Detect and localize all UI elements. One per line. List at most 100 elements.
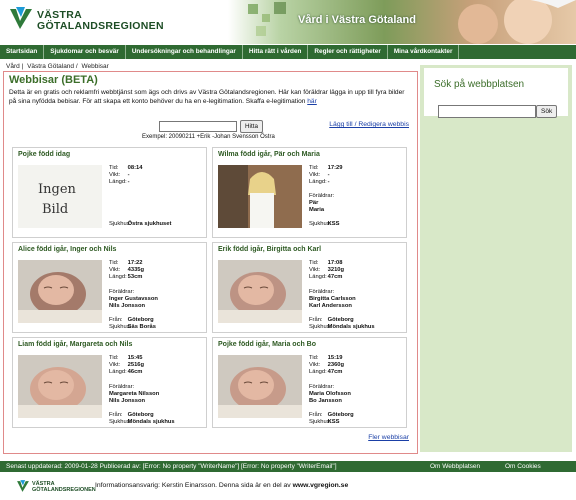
site-search-title: Sök på webbplatsen xyxy=(434,79,525,90)
baby-time: 17:08 xyxy=(327,260,343,266)
breadcrumb-vastra-gotaland[interactable]: Västra Götaland xyxy=(27,63,74,70)
hitta-button[interactable]: Hitta xyxy=(240,120,263,133)
footer-cookies-link[interactable]: Om Cookies xyxy=(505,463,541,470)
baby-card-title[interactable]: Wilma född igår, Pär och Maria xyxy=(218,151,320,158)
baby-hospital: Säs Borås xyxy=(127,324,156,331)
baby-weight: 2360g xyxy=(327,362,345,369)
nav-item-vardkontakter[interactable]: Mina vårdkontakter xyxy=(388,45,460,59)
baby-card-title[interactable]: Erik född igår, Birgitta och Karl xyxy=(218,246,321,253)
main-nav: Startsidan Sjukdomar och besvär Undersök… xyxy=(0,45,576,59)
site-logo[interactable]: VÄSTRA GÖTALANDSREGIONEN xyxy=(8,5,164,32)
baby-photo[interactable] xyxy=(18,260,102,323)
baby-time: 15:45 xyxy=(127,355,143,361)
footer-about-link[interactable]: Om Webbplatsen xyxy=(430,463,480,470)
baby-info: Tid: 15:45 Vikt: 2516g Längd: 46cm Föräldra… xyxy=(109,355,175,426)
baby-card[interactable]: Alice född igår, Inger och Nils Tid: 17:2… xyxy=(12,242,207,333)
vgr-logo-icon xyxy=(10,7,32,29)
baby-hospital: KSS xyxy=(327,220,340,227)
site-search-input[interactable] xyxy=(438,105,536,118)
svg-text:Bild: Bild xyxy=(42,202,68,217)
footer-updated: Senast uppdaterad: 2009-01-28 Publicerad… xyxy=(6,463,337,470)
baby-weight: - xyxy=(327,172,330,179)
site-search-button[interactable]: Sök xyxy=(536,105,558,118)
nav-item-startsidan[interactable]: Startsidan xyxy=(0,45,45,59)
baby-card-title[interactable]: Pojke född igår, Maria och Bo xyxy=(218,341,316,348)
header-hero-image: Vård i Västra Götaland xyxy=(228,0,576,44)
parent-name: Nils Jonsson xyxy=(109,398,146,405)
baby-card-title[interactable]: Pojke född idag xyxy=(18,151,70,158)
page-title: Webbisar (BETA) xyxy=(9,74,98,86)
baby-card-title[interactable]: Liam född igår, Margareta och Nils xyxy=(18,341,132,348)
baby-time: 17:29 xyxy=(327,165,343,171)
baby-weight: - xyxy=(127,172,130,179)
baby-card-title[interactable]: Alice född igår, Inger och Nils xyxy=(18,246,116,253)
parent-name: Maria Olofsson xyxy=(309,390,351,397)
more-babies-link[interactable]: Fler webbisar xyxy=(368,434,409,441)
baby-weight: 4335g xyxy=(127,267,145,274)
parent-name: Nils Jonsson xyxy=(109,303,146,310)
baby-photo[interactable] xyxy=(218,355,302,418)
vgr-logo-small-icon xyxy=(17,480,29,492)
baby-hospital: Möndals sjukhus xyxy=(127,419,175,426)
baby-card[interactable]: Erik född igår, Birgitta och Karl Tid: 17… xyxy=(212,242,407,333)
footer-site-link[interactable]: www.vgregion.se xyxy=(293,482,349,489)
baby-length: 46cm xyxy=(127,369,143,376)
breadcrumb-vard[interactable]: Vård xyxy=(6,63,20,70)
baby-info: Tid: 17:08 Vikt: 3210g Längd: 47cm Föräldra… xyxy=(309,260,375,331)
baby-card[interactable]: Pojke född idag Ingen Bild Tid: 08:14 Vikt: … xyxy=(12,147,207,238)
footer-info: Informationsansvarig: Kerstin Einarsson.… xyxy=(95,482,349,489)
baby-from: Göteborg xyxy=(127,412,154,419)
baby-info: Tid: 17:22 Vikt: 4335g Längd: 53cm Föräldra… xyxy=(109,260,158,331)
baby-from: Göteborg xyxy=(327,412,354,419)
nav-item-hitta-ratt[interactable]: Hitta rätt i vården xyxy=(243,45,309,59)
baby-length: - xyxy=(327,179,330,186)
footer-logo-line2: GÖTALANDSREGIONEN xyxy=(32,487,96,493)
baby-length: 47cm xyxy=(327,369,343,376)
webbis-search-input[interactable] xyxy=(159,121,237,132)
parent-name: Bo Jansson xyxy=(309,398,342,405)
baby-weight: 2516g xyxy=(127,362,145,369)
baby-photo[interactable]: Ingen Bild xyxy=(18,165,102,228)
site-header: VÄSTRA GÖTALANDSREGIONEN Vård i Västra G… xyxy=(0,0,576,44)
svg-text:Ingen: Ingen xyxy=(38,182,77,197)
baby-info: Tid: 08:14 Vikt: - Längd: - Sjukhus: Östra … xyxy=(109,165,172,227)
parent-name: Birgitta Carlsson xyxy=(309,295,356,302)
baby-card[interactable]: Pojke född igår, Maria och Bo Tid: 15:19 V… xyxy=(212,337,407,428)
parent-name: Margareta Nilsson xyxy=(109,390,160,397)
baby-time: 08:14 xyxy=(127,165,143,171)
nav-item-regler[interactable]: Regler och rättigheter xyxy=(308,45,388,59)
baby-weight: 3210g xyxy=(327,267,345,274)
nav-item-sjukdomar[interactable]: Sjukdomar och besvär xyxy=(44,45,126,59)
search-example: Exempel: 20090211 +Erik -Johan Svensson … xyxy=(142,134,275,140)
baby-hospital: Möndals sjukhus xyxy=(327,324,375,331)
baby-time: 17:22 xyxy=(127,260,143,266)
sidebar: Sök på webbplatsen Sök xyxy=(420,65,572,452)
breadcrumb-current: Webbisar xyxy=(81,63,109,70)
baby-from: Göteborg xyxy=(127,317,154,324)
baby-length: - xyxy=(127,179,130,186)
parent-name: Inger Gustavsson xyxy=(109,295,158,302)
e-legitimation-link[interactable]: här xyxy=(307,98,317,105)
logo-line2: GÖTALANDSREGIONEN xyxy=(37,20,164,32)
baby-photo[interactable] xyxy=(218,165,302,228)
baby-hospital: KSS xyxy=(327,419,340,426)
main-content: Webbisar (BETA) Detta är en gratis och r… xyxy=(3,71,418,454)
baby-photo[interactable] xyxy=(18,355,102,418)
baby-info: Tid: 17:29 Vikt: - Längd: - Föräldrar: Pär Ma… xyxy=(309,165,343,227)
webbis-search: Hitta xyxy=(159,120,263,133)
parent-name: Pär xyxy=(309,200,319,207)
nav-item-undersokningar[interactable]: Undersökningar och behandlingar xyxy=(126,45,243,59)
baby-length: 53cm xyxy=(127,274,143,281)
hero-title: Vård i Västra Götaland xyxy=(298,14,416,26)
add-edit-link[interactable]: Lägg till / Redigera webbis xyxy=(329,121,409,128)
baby-card[interactable]: Wilma född igår, Pär och Maria Tid: 17:29… xyxy=(212,147,407,238)
baby-hospital: Östra sjukhuset xyxy=(127,220,172,227)
baby-length: 47cm xyxy=(327,274,343,281)
baby-card[interactable]: Liam född igår, Margareta och Nils Tid: 1… xyxy=(12,337,207,428)
parent-name: Maria xyxy=(309,207,325,214)
baby-photo[interactable] xyxy=(218,260,302,323)
intro-text: Detta är en gratis och reklamfri webbtjä… xyxy=(9,89,405,105)
baby-time: 15:19 xyxy=(327,355,343,361)
footer-bar: Senast uppdaterad: 2009-01-28 Publicerad… xyxy=(0,461,576,472)
footer-logo[interactable]: VÄSTRA GÖTALANDSREGIONEN xyxy=(16,479,96,493)
